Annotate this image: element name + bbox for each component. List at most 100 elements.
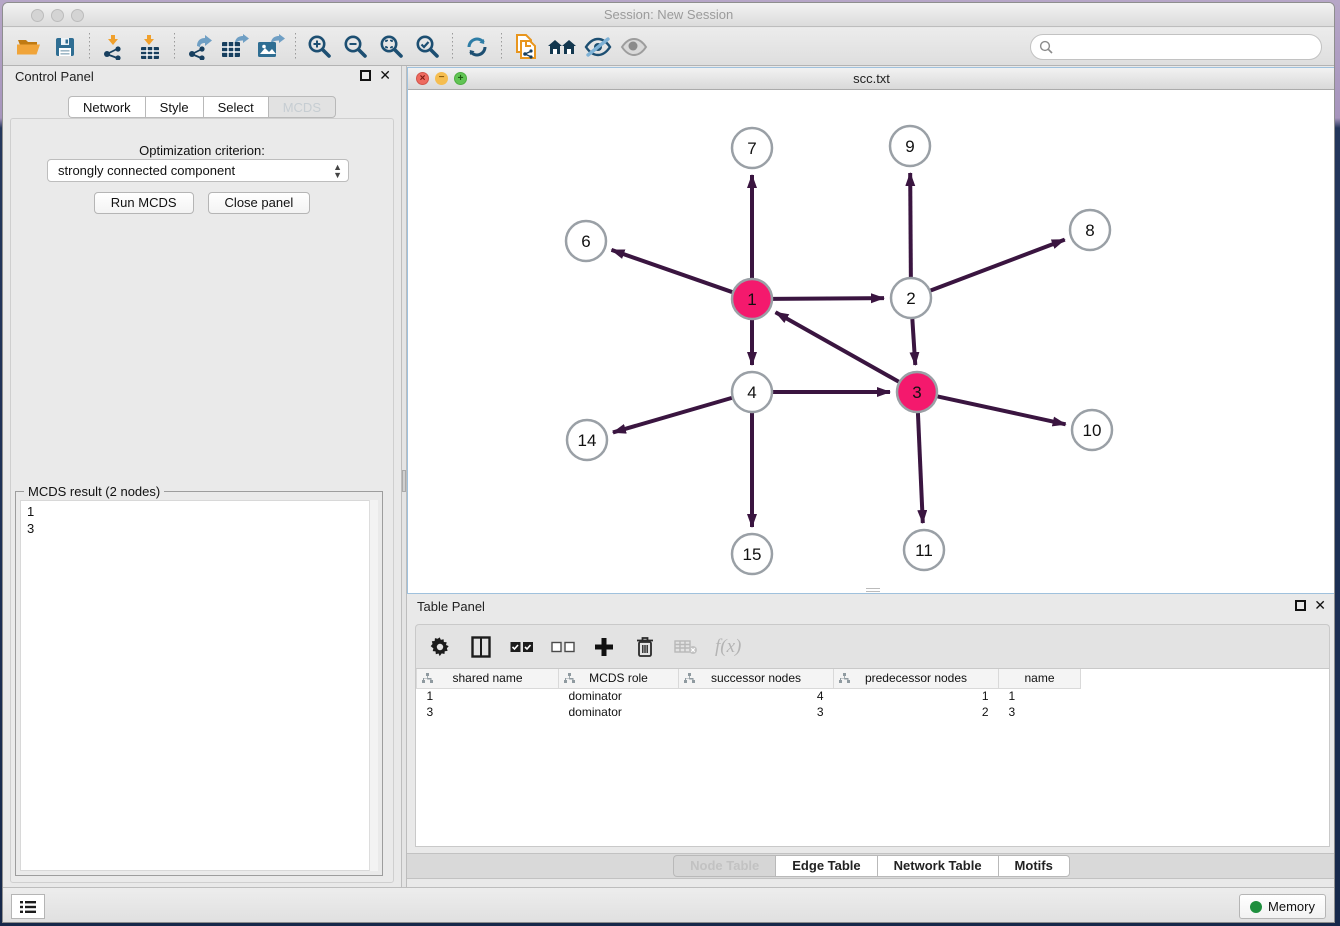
- refresh-icon[interactable]: [459, 31, 495, 63]
- graph-node-9[interactable]: 9: [890, 126, 930, 166]
- graph-node-3[interactable]: 3: [897, 372, 937, 412]
- float-panel-icon[interactable]: [360, 70, 371, 81]
- clone-network-icon[interactable]: [508, 31, 544, 63]
- search-input[interactable]: [1057, 37, 1313, 57]
- run-mcds-button[interactable]: Run MCDS: [94, 192, 194, 214]
- add-column-icon[interactable]: [592, 634, 616, 660]
- table-cell[interactable]: 1: [999, 688, 1081, 704]
- column-header[interactable]: successor nodes: [679, 669, 834, 688]
- tab-motifs[interactable]: Motifs: [998, 855, 1070, 877]
- tab-node-table[interactable]: Node Table: [673, 855, 775, 877]
- column-header[interactable]: predecessor nodes: [834, 669, 999, 688]
- network-graph[interactable]: 7 9 6 8 1 2 4 3 14 10 15 11: [408, 90, 1335, 593]
- table-close-icon[interactable]: ✕: [1314, 598, 1326, 612]
- delete-column-icon[interactable]: [633, 634, 657, 660]
- fx-label: f(x): [715, 636, 741, 658]
- network-title: scc.txt: [408, 71, 1335, 86]
- tab-network-table[interactable]: Network Table: [877, 855, 998, 877]
- zoom-in-icon[interactable]: [302, 31, 338, 63]
- tab-style[interactable]: Style: [145, 96, 203, 118]
- table-cell[interactable]: 1: [417, 688, 559, 704]
- mcds-result-title: MCDS result (2 nodes): [24, 484, 164, 499]
- table-cell[interactable]: 3: [417, 704, 559, 720]
- edge-2-3[interactable]: [912, 319, 915, 365]
- table-cell[interactable]: 3: [999, 704, 1081, 720]
- graph-node-1[interactable]: 1: [732, 279, 772, 319]
- edge-2-9[interactable]: [910, 173, 911, 277]
- task-history-button[interactable]: [11, 894, 45, 919]
- table-cell[interactable]: 4: [679, 688, 834, 704]
- mcds-result-text[interactable]: 1 3: [20, 500, 378, 871]
- column-layout-icon[interactable]: [469, 634, 493, 660]
- svg-text:11: 11: [915, 541, 933, 560]
- result-scrollbar[interactable]: [369, 500, 378, 871]
- graph-node-10[interactable]: 10: [1072, 410, 1112, 450]
- svg-text:3: 3: [912, 383, 921, 402]
- edge-3-1[interactable]: [776, 312, 899, 381]
- search-box: [1030, 34, 1322, 60]
- save-session-icon[interactable]: [47, 31, 83, 63]
- edge-1-6[interactable]: [611, 250, 732, 292]
- chevron-updown-icon: ▲▼: [333, 163, 342, 179]
- node-table[interactable]: shared nameMCDS rolesuccessor nodesprede…: [415, 668, 1330, 847]
- toolbar-separator: [89, 33, 90, 61]
- mcds-result-box: MCDS result (2 nodes) 1 3: [15, 491, 383, 876]
- tab-mcds[interactable]: MCDS: [268, 96, 336, 118]
- memory-button[interactable]: Memory: [1239, 894, 1326, 919]
- table-float-icon[interactable]: [1295, 600, 1306, 611]
- control-panel-title: Control Panel: [15, 69, 94, 84]
- toolbar-separator: [174, 33, 175, 61]
- edge-3-11[interactable]: [918, 413, 923, 523]
- export-image-icon[interactable]: [253, 31, 289, 63]
- frame-resize-grip[interactable]: [866, 588, 880, 592]
- graph-node-15[interactable]: 15: [732, 534, 772, 574]
- hide-selected-icon[interactable]: [580, 31, 616, 63]
- edge-2-8[interactable]: [931, 240, 1065, 291]
- graph-node-7[interactable]: 7: [732, 128, 772, 168]
- table-cell[interactable]: 1: [834, 688, 999, 704]
- graph-node-6[interactable]: 6: [566, 221, 606, 261]
- table-panel: Table Panel ✕: [407, 596, 1335, 887]
- graph-node-14[interactable]: 14: [567, 420, 607, 460]
- table-cell[interactable]: 2: [834, 704, 999, 720]
- gear-icon[interactable]: [428, 634, 452, 660]
- edge-3-10[interactable]: [938, 396, 1066, 424]
- graph-node-11[interactable]: 11: [904, 530, 944, 570]
- zoom-fit-icon[interactable]: [374, 31, 410, 63]
- select-all-icon[interactable]: [510, 634, 534, 660]
- table-cell[interactable]: dominator: [559, 688, 679, 704]
- edge-1-2[interactable]: [773, 298, 884, 299]
- column-header[interactable]: shared name: [417, 669, 559, 688]
- table-row[interactable]: 1dominator411: [417, 688, 1081, 704]
- show-all-icon[interactable]: [616, 31, 652, 63]
- splitter-grip[interactable]: [402, 470, 406, 492]
- first-neighbors-icon[interactable]: [544, 31, 580, 63]
- tab-select[interactable]: Select: [203, 96, 268, 118]
- optimization-criterion-select[interactable]: strongly connected component ▲▼: [47, 159, 349, 182]
- export-network-icon[interactable]: [181, 31, 217, 63]
- close-panel-icon[interactable]: ✕: [379, 68, 391, 82]
- table-row[interactable]: 3dominator323: [417, 704, 1081, 720]
- graph-node-4[interactable]: 4: [732, 372, 772, 412]
- table-cell[interactable]: 3: [679, 704, 834, 720]
- control-panel: Control Panel ✕ Network Style Select MCD…: [3, 66, 401, 887]
- graph-node-2[interactable]: 2: [891, 278, 931, 318]
- tab-edge-table[interactable]: Edge Table: [775, 855, 876, 877]
- export-table-icon[interactable]: [217, 31, 253, 63]
- graph-node-8[interactable]: 8: [1070, 210, 1110, 250]
- table-cell[interactable]: dominator: [559, 704, 679, 720]
- import-network-icon[interactable]: [96, 31, 132, 63]
- tab-network[interactable]: Network: [68, 96, 145, 118]
- open-file-icon[interactable]: [11, 31, 47, 63]
- title-bar: Session: New Session: [3, 3, 1334, 27]
- zoom-selected-icon[interactable]: [410, 31, 446, 63]
- import-table-icon[interactable]: [132, 31, 168, 63]
- table-panel-header: Table Panel ✕: [407, 596, 1335, 616]
- zoom-out-icon[interactable]: [338, 31, 374, 63]
- network-canvas[interactable]: 7 9 6 8 1 2 4 3 14 10 15 11: [408, 90, 1335, 593]
- column-header[interactable]: MCDS role: [559, 669, 679, 688]
- close-panel-button[interactable]: Close panel: [208, 192, 311, 214]
- deselect-all-icon[interactable]: [551, 634, 575, 660]
- edge-4-14[interactable]: [613, 398, 732, 433]
- column-header[interactable]: name: [999, 669, 1081, 688]
